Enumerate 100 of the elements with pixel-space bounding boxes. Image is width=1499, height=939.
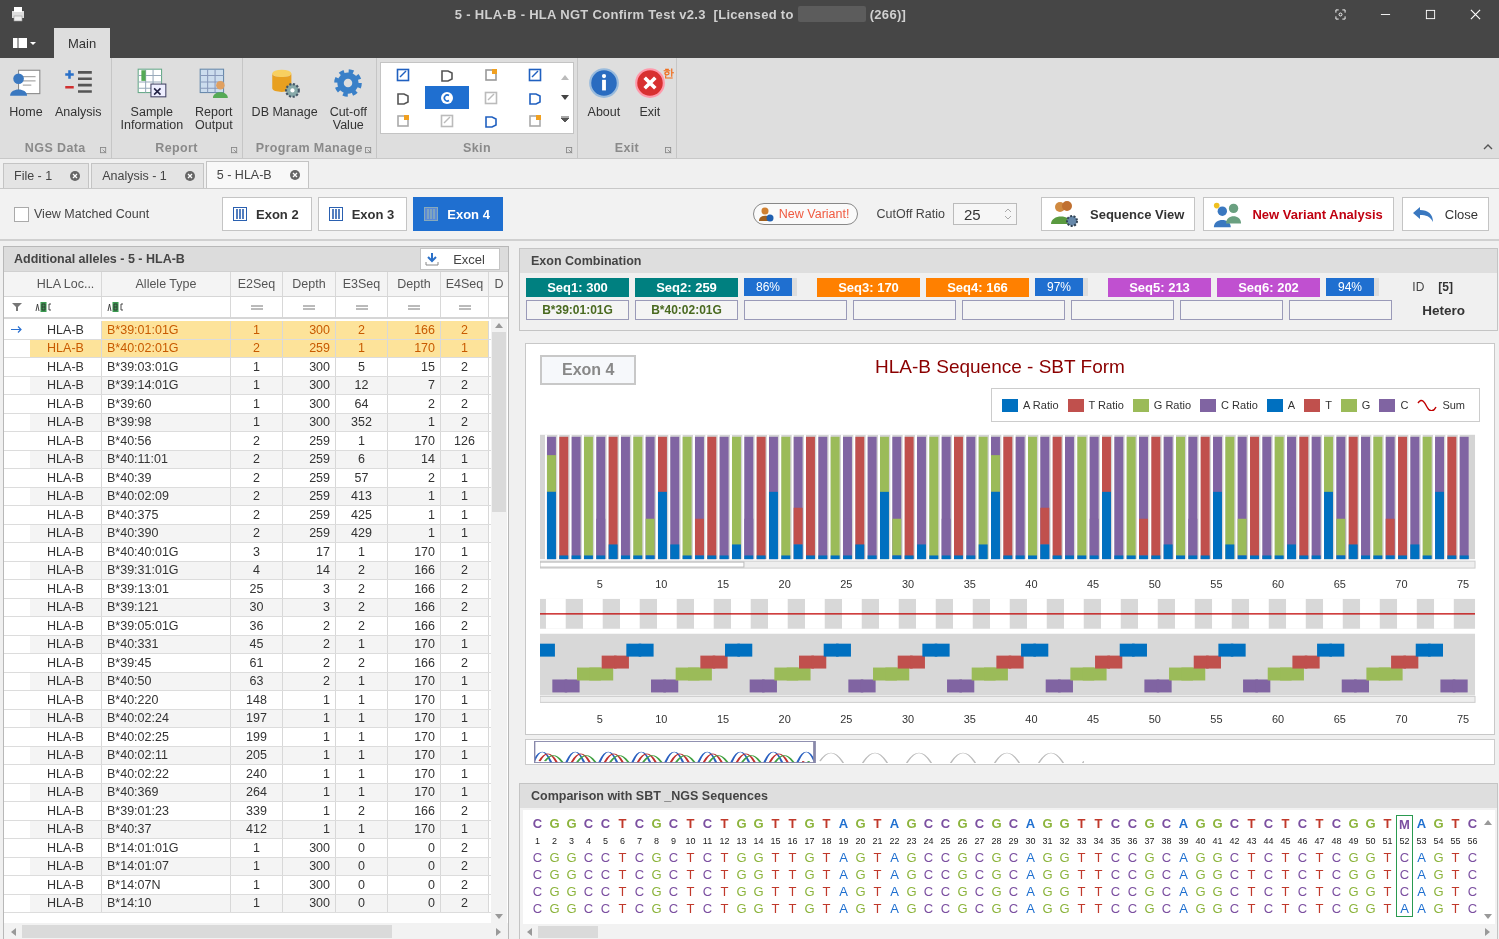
scroll-right-icon[interactable] [496, 927, 502, 936]
filter-icon[interactable] [12, 302, 22, 312]
table-row[interactable]: HLA-B B*39:98 1 300 352 1 2 [4, 413, 491, 432]
table-row[interactable]: HLA-B B*39:01:01G 1 300 2 166 2 [4, 321, 491, 340]
horizontal-scrollbar[interactable] [4, 923, 508, 939]
table-row[interactable]: HLA-B B*40:37 412 1 1 170 1 [4, 820, 491, 839]
exon-button[interactable]: Exon 3 [317, 197, 408, 231]
equals-icon[interactable] [458, 304, 471, 310]
maximize-icon[interactable] [1425, 8, 1436, 20]
column-header[interactable]: D [489, 272, 509, 296]
equals-icon[interactable] [250, 304, 263, 310]
ribbon-button[interactable]: Home [4, 64, 48, 121]
table-row[interactable]: HLA-B B*40:11:01 2 259 6 14 1 [4, 450, 491, 469]
table-row[interactable]: HLA-B B*40:02:22 240 1 1 170 1 [4, 765, 491, 784]
close-icon[interactable] [1470, 8, 1481, 20]
column-header[interactable]: E3Seq [336, 272, 388, 296]
ribbon-button[interactable]: Report Output [190, 64, 238, 134]
table-row[interactable]: HLA-B B*40:39 2 259 57 2 1 [4, 469, 491, 488]
skin-option[interactable] [424, 86, 469, 109]
table-row[interactable]: HLA-B B*40:50 63 2 1 170 1 [4, 672, 491, 691]
app-menu-icon[interactable] [12, 37, 36, 49]
table-row[interactable]: HLA-B B*39:121 30 3 2 166 2 [4, 598, 491, 617]
column-header[interactable]: Allele Type [102, 272, 231, 296]
equals-icon[interactable] [303, 304, 315, 310]
table-row[interactable]: HLA-B B*39:13:01 25 3 2 166 2 [4, 580, 491, 599]
scroll-thumb[interactable] [22, 925, 392, 938]
scroll-up-icon[interactable] [495, 322, 503, 328]
ribbon-button[interactable]: About [581, 64, 626, 121]
table-row[interactable]: HLA-B B*39:45 61 2 2 166 2 [4, 654, 491, 673]
dialog-launcher-icon[interactable] [664, 147, 672, 154]
table-row[interactable]: HLA-B B*40:02:25 199 1 1 170 1 [4, 728, 491, 747]
scroll-thumb[interactable] [538, 926, 598, 938]
dialog-launcher-icon[interactable] [565, 147, 573, 154]
table-row[interactable]: HLA-B B*40:220 148 1 1 170 1 [4, 691, 491, 710]
ribbon-button[interactable]: Cut-off Value [324, 64, 372, 134]
table-row[interactable]: HLA-B B*40:369 264 1 1 170 1 [4, 783, 491, 802]
close-tab-icon[interactable] [184, 171, 195, 181]
table-row[interactable]: HLA-B B*40:331 45 2 1 170 1 [4, 635, 491, 654]
dialog-launcher-icon[interactable] [364, 147, 372, 154]
table-row[interactable]: HLA-B B*39:31:01G 4 14 2 166 2 [4, 561, 491, 580]
equals-icon[interactable] [408, 304, 420, 310]
text-filter-icon[interactable] [35, 302, 53, 312]
ribbon-button[interactable]: Sample Information [115, 64, 189, 134]
column-header[interactable]: Depth [388, 272, 441, 296]
column-header[interactable]: E4Seq [441, 272, 489, 296]
chart-scrollbar[interactable] [540, 561, 1476, 569]
text-filter-icon[interactable] [107, 302, 125, 312]
ribbon-button[interactable]: Analysis [50, 64, 107, 121]
scroll-right-icon[interactable] [1485, 928, 1491, 936]
excel-button[interactable]: Excel [420, 248, 500, 270]
scroll-up-icon[interactable] [560, 73, 569, 80]
column-header[interactable]: E2Seq [231, 272, 283, 296]
table-row[interactable]: HLA-B B*40:390 2 259 429 1 1 [4, 524, 491, 543]
ribbon-button[interactable]: DB Manage [246, 64, 323, 121]
table-row[interactable]: HLA-B B*40:56 2 259 1 170 126 [4, 432, 491, 451]
screenshot-icon[interactable] [1335, 8, 1346, 20]
column-header[interactable]: Depth [283, 272, 336, 296]
view-matched-checkbox[interactable]: View Matched Count [14, 206, 214, 222]
action-button[interactable]: Close [1401, 197, 1489, 231]
ribbon-tab[interactable]: Main [54, 28, 111, 58]
document-tab[interactable]: 5 - HLA-B [205, 161, 309, 188]
exon-button[interactable]: Exon 2 [222, 197, 312, 231]
table-row[interactable]: HLA-B B*40:02:09 2 259 413 1 1 [4, 487, 491, 506]
document-tab[interactable]: File - 1 [3, 163, 90, 188]
collapse-ribbon-icon[interactable] [1483, 144, 1493, 150]
table-row[interactable]: HLA-B B*40:02:11 205 1 1 170 1 [4, 746, 491, 765]
table-row[interactable]: HLA-B B*39:60 1 300 64 2 2 [4, 395, 491, 414]
expand-gallery-icon[interactable] [560, 116, 569, 123]
scroll-thumb[interactable] [492, 332, 506, 512]
vertical-scrollbar[interactable] [491, 319, 507, 923]
document-tab[interactable]: Analysis - 1 [91, 163, 204, 188]
table-row[interactable]: HLA-B B*39:05:01G 36 2 2 166 2 [4, 617, 491, 636]
table-row[interactable]: HLA-B B*14:10 1 300 0 0 2 [4, 894, 491, 913]
dialog-launcher-icon[interactable] [230, 147, 238, 154]
table-row[interactable]: HLA-B B*40:02:01G 2 259 1 170 1 [4, 339, 491, 358]
table-row[interactable]: HLA-B B*40:40:01G 3 17 1 170 1 [4, 543, 491, 562]
table-row[interactable]: HLA-B B*39:01:23 339 1 2 166 2 [4, 802, 491, 821]
scroll-left-icon[interactable] [10, 927, 16, 936]
table-row[interactable]: HLA-B B*40:375 2 259 425 1 1 [4, 506, 491, 525]
action-button[interactable]: New Variant Analysis [1203, 197, 1394, 231]
table-row[interactable]: HLA-B B*14:01:07 1 300 0 0 2 [4, 857, 491, 876]
table-row[interactable]: HLA-B B*40:02:24 197 1 1 170 1 [4, 709, 491, 728]
dialog-launcher-icon[interactable] [99, 147, 107, 154]
scroll-left-icon[interactable] [526, 928, 532, 936]
exon-button[interactable]: Exon 4 [413, 197, 503, 231]
cutoff-spinner[interactable]: 25 [953, 203, 1017, 225]
table-row[interactable]: HLA-B B*39:03:01G 1 300 5 15 2 [4, 358, 491, 377]
table-row[interactable]: HLA-B B*39:14:01G 1 300 12 7 2 [4, 376, 491, 395]
scroll-up-icon[interactable] [1484, 819, 1492, 826]
close-tab-icon[interactable] [289, 170, 300, 180]
column-header[interactable]: HLA Loc... [30, 272, 102, 296]
action-button[interactable]: Sequence View [1041, 197, 1196, 231]
chart-scroll-thumb[interactable] [540, 562, 745, 568]
scroll-down-icon[interactable] [560, 95, 569, 101]
chart-scrollbar[interactable] [540, 696, 1476, 704]
table-row[interactable]: HLA-B B*14:07N 1 300 0 0 2 [4, 876, 491, 895]
spinner-arrows-icon[interactable] [1004, 207, 1012, 221]
close-tab-icon[interactable] [70, 171, 81, 181]
table-row[interactable]: HLA-B B*14:01:01G 1 300 0 0 2 [4, 839, 491, 858]
equals-icon[interactable] [355, 304, 368, 310]
